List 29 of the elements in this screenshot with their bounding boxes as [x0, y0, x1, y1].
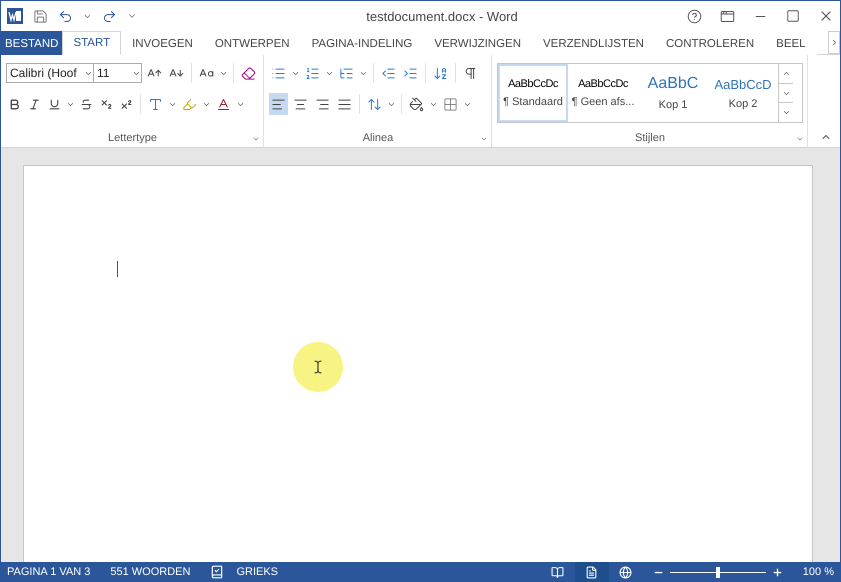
- language[interactable]: GRIEKS: [236, 566, 278, 578]
- redo-icon[interactable]: [102, 8, 117, 24]
- zoom-level[interactable]: 100 %: [802, 566, 834, 578]
- style-item[interactable]: AaBbCcDc ¶ Standaard: [498, 64, 568, 122]
- group-label: Alinea: [362, 132, 394, 144]
- file-tab[interactable]: BESTAND: [1, 31, 62, 55]
- align-left-icon[interactable]: [269, 93, 288, 115]
- dialog-launcher-icon[interactable]: [796, 135, 804, 143]
- save-icon[interactable]: [33, 8, 48, 24]
- font-name-field[interactable]: Calibri (Hoof: [6, 63, 94, 83]
- word-logo-icon: [7, 8, 23, 24]
- proofing-icon[interactable]: [210, 565, 224, 579]
- group-label: Stijlen: [635, 132, 665, 144]
- page-count[interactable]: PAGINA 1 VAN 3: [7, 566, 90, 578]
- font-size-field[interactable]: 11: [93, 63, 142, 83]
- ribbon-display-icon[interactable]: [720, 8, 735, 24]
- dialog-launcher-icon[interactable]: [480, 135, 488, 143]
- dialog-launcher-icon[interactable]: [252, 135, 260, 143]
- help-icon[interactable]: [687, 8, 702, 24]
- group-label: Lettertype: [108, 132, 157, 144]
- text-cursor: [117, 261, 118, 277]
- undo-icon[interactable]: [58, 8, 73, 24]
- print-view-icon[interactable]: [574, 562, 609, 582]
- zoom-in-icon[interactable]: [772, 566, 783, 578]
- window-title: testdocument.docx - Word: [365, 8, 519, 24]
- maximize-icon[interactable]: [786, 9, 800, 23]
- ribbon-tab[interactable]: START: [62, 31, 122, 55]
- word-count[interactable]: 551 WOORDEN: [110, 566, 190, 578]
- zoom-slider-thumb[interactable]: [716, 566, 720, 578]
